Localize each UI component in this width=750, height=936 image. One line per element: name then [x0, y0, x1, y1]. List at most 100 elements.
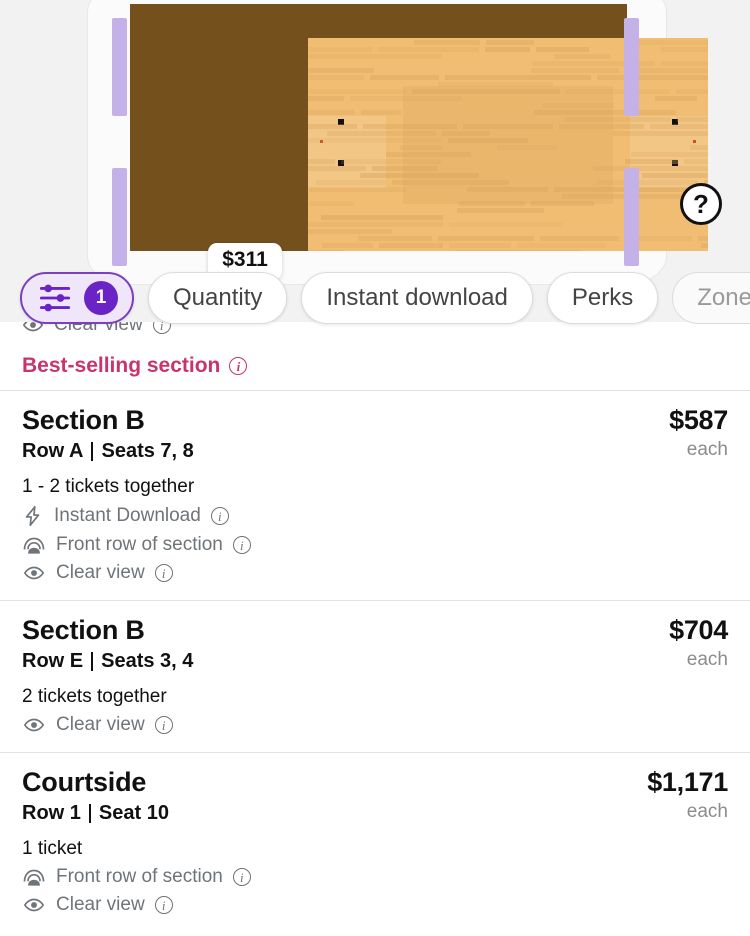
court-plank: [536, 47, 589, 52]
court-plank: [392, 180, 509, 185]
court-plank: [631, 40, 708, 45]
court-plank: [327, 131, 436, 136]
perk-0: Instant Download i: [22, 504, 728, 528]
listing-identity: Section B Row A Seats 7, 8: [22, 405, 194, 463]
ticket-listings[interactable]: Clear view i Best-selling section i Sect…: [0, 322, 750, 936]
price-note: each: [686, 801, 728, 822]
row-seat-line: Row 1 Seat 10: [22, 802, 169, 825]
info-icon[interactable]: i: [210, 507, 229, 525]
court-plank: [400, 145, 442, 150]
seat-label: Seat 10: [98, 802, 169, 824]
court-plank: [308, 96, 344, 101]
listing-header: Section B Row A Seats 7, 8 $587 each: [22, 405, 728, 463]
court-plank: [308, 110, 355, 115]
court-plank: [457, 208, 544, 213]
free-throw-dot-right: [693, 140, 696, 143]
info-icon[interactable]: i: [154, 716, 173, 734]
help-icon[interactable]: ?: [680, 183, 722, 225]
listing-header: Courtside Row 1 Seat 10 $1,171 each: [22, 767, 728, 825]
best-selling-label: Best-selling section: [22, 354, 221, 377]
court-plank: [650, 124, 708, 129]
info-icon[interactable]: i: [232, 536, 251, 554]
court-plank: [309, 201, 354, 206]
row-seat-divider: [88, 804, 91, 823]
zones-chip-label: Zones: [697, 284, 750, 311]
info-icon[interactable]: i: [152, 322, 171, 334]
ticket-quantity: 1 ticket: [22, 838, 83, 859]
court-plank: [321, 215, 443, 220]
court-plank: [308, 124, 357, 129]
info-icon[interactable]: i: [232, 868, 251, 886]
row-seat-divider: [91, 652, 94, 671]
row-seat-line: Row E Seats 3, 4: [22, 650, 193, 673]
court-surround: [130, 4, 708, 251]
court-plank: [701, 243, 708, 248]
court-plank: [690, 145, 708, 150]
listing-identity: Section B Row E Seats 3, 4: [22, 615, 193, 673]
listing-container: Section B Row A Seats 7, 8 $587 each 1 - 2 ti…: [0, 390, 750, 932]
court-plank: [486, 40, 534, 45]
info-icon[interactable]: i: [229, 357, 248, 375]
court-plank: [625, 159, 678, 164]
court-plank: [379, 243, 443, 248]
court-plank: [593, 166, 708, 171]
listing-row[interactable]: Section B Row E Seats 3, 4 $704 each 2 ticket…: [0, 600, 750, 752]
section-name: Courtside: [22, 767, 147, 797]
quantity-chip[interactable]: Quantity: [148, 272, 288, 324]
court-plank: [613, 131, 708, 136]
perks-chip[interactable]: Perks: [546, 272, 659, 324]
court-plank: [448, 138, 528, 143]
section-bar-left-lower[interactable]: [112, 168, 127, 266]
perk-label: Instant Download: [54, 505, 201, 526]
filter-count-badge: 1: [84, 281, 118, 315]
court-plank: [661, 61, 708, 66]
listing-identity: Courtside Row 1 Seat 10: [22, 767, 169, 825]
court-plank: [412, 89, 560, 94]
court-plank: [559, 124, 644, 129]
filter-sliders-icon: [39, 284, 71, 312]
court-plank: [698, 236, 708, 241]
court-plank: [442, 131, 490, 136]
court-plank: [308, 75, 364, 80]
court-plank: [676, 89, 708, 94]
court-plank: [438, 82, 553, 87]
perk-0: Front row of section i: [22, 866, 728, 888]
price-note: each: [686, 649, 728, 670]
section-bar-right-upper[interactable]: [624, 18, 639, 116]
court-plank: [566, 89, 670, 94]
section-bar-right-lower[interactable]: [624, 168, 639, 266]
listing-price: $1,171: [647, 767, 728, 797]
best-selling-badge: Best-selling section i: [0, 338, 750, 390]
court-plank: [449, 243, 511, 248]
court-plank: [684, 159, 708, 164]
perks-chip-label: Perks: [571, 284, 634, 311]
info-icon[interactable]: i: [154, 564, 173, 582]
court-plank: [316, 180, 386, 185]
court-plank: [308, 166, 366, 171]
clipped-perk-label: Clear view: [54, 322, 143, 335]
court-plank: [463, 124, 553, 129]
court-plank: [378, 47, 479, 52]
court-plank: [372, 166, 437, 171]
instant-download-chip[interactable]: Instant download: [301, 272, 533, 324]
court-plank: [497, 145, 557, 150]
perk-2: Clear view i: [22, 562, 728, 584]
listing-row[interactable]: Courtside Row 1 Seat 10 $1,171 each 1 ticket F…: [0, 752, 750, 932]
court-plank: [361, 110, 401, 115]
info-icon[interactable]: i: [154, 896, 173, 914]
listing-row[interactable]: Section B Row A Seats 7, 8 $587 each 1 - 2 ti…: [0, 390, 750, 600]
perk-label: Front row of section: [56, 534, 223, 555]
filters-chip[interactable]: 1: [20, 272, 134, 324]
court-plank: [414, 40, 480, 45]
court-plank: [308, 138, 442, 143]
seat-label: Seats 3, 4: [101, 650, 194, 672]
row-seat-line: Row A Seats 7, 8: [22, 440, 194, 463]
row-seat-divider: [91, 442, 94, 461]
filter-chip-bar: 1 Quantity Instant download Perks Zones: [0, 270, 750, 326]
perk-0: Clear view i: [22, 714, 728, 736]
court-plank: [534, 110, 676, 115]
court-plank: [540, 236, 619, 241]
perk-1: Front row of section i: [22, 534, 728, 556]
section-bar-left-upper[interactable]: [112, 18, 127, 116]
court-plank: [455, 250, 581, 251]
